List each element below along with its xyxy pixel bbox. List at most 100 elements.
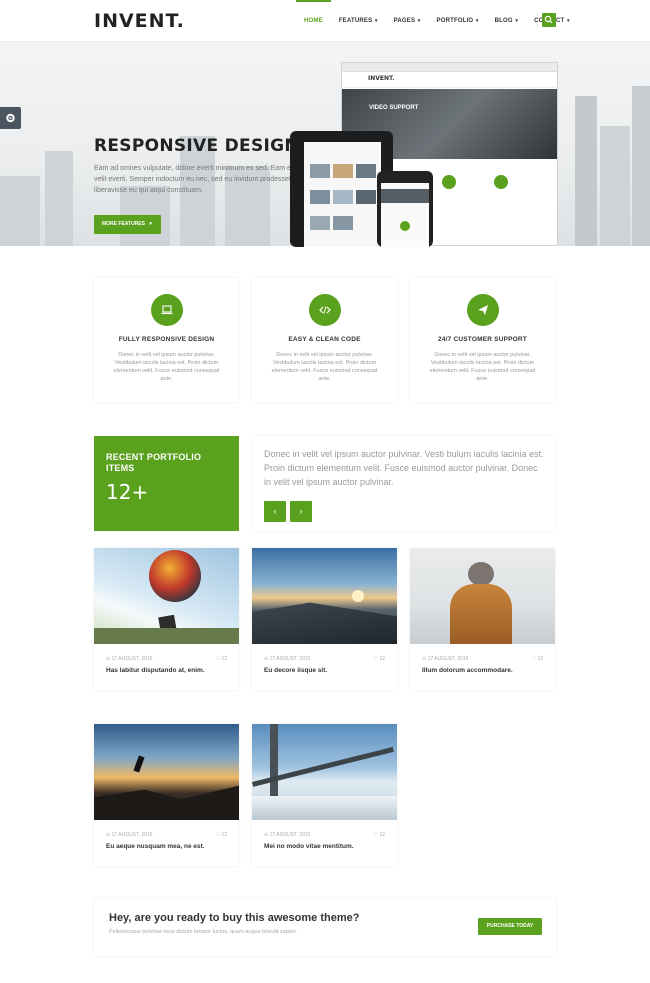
portfolio-intro: Donec in velit vel ipsum auctor pulvinar… — [252, 436, 556, 531]
tablet-screen — [304, 142, 381, 247]
like-count[interactable]: ♡ 12 — [216, 832, 227, 838]
nav-label: FEATURES — [338, 18, 373, 24]
feature-icon-circle — [308, 294, 341, 326]
date-text: 17 AUGUST, 2015 — [269, 656, 311, 662]
purchase-cta: Hey, are you ready to buy this awesome t… — [94, 898, 556, 956]
mockup-nav: INVENT. — [342, 72, 557, 88]
heart-icon: ♡ — [373, 656, 379, 662]
search-icon — [544, 15, 553, 24]
feature-card: EASY & CLEAN CODE Donec in velit vel ips… — [252, 278, 397, 402]
portfolio-card[interactable]: ⊙ 17 AUGUST, 2015 ♡ 12 Mei no modo vitae… — [252, 724, 397, 866]
card-date: ⊙ 17 AUGUST, 2015 — [264, 832, 311, 838]
card-title[interactable]: Eu decore iisque sit. — [252, 667, 397, 674]
feature-icon-circle — [150, 294, 183, 326]
feature-title: EASY & CLEAN CODE — [288, 336, 361, 343]
portfolio-image[interactable] — [410, 548, 555, 644]
site-header: INVENT. HOME FEATURES ▾ PAGES ▾ PORTFOLI… — [0, 0, 650, 42]
nav-label: HOME — [304, 18, 323, 24]
phone-screen — [381, 183, 429, 247]
settings-toggle[interactable] — [0, 107, 21, 129]
gear-icon — [6, 113, 15, 123]
likes-text: 12 — [221, 832, 227, 838]
likes-text: 12 — [379, 832, 385, 838]
purchase-button[interactable]: PURCHASE TODAY — [478, 918, 542, 935]
mockup-headline: VIDEO SUPPORT — [369, 105, 419, 111]
chevron-down-icon: ▾ — [513, 18, 519, 24]
recent-portfolio-heading: RECENT PORTFOLIO ITEMS — [106, 452, 202, 473]
portfolio-card[interactable]: ⊙ 17 AUGUST, 2015 ♡ 12 Eu decore iisque … — [252, 548, 397, 690]
mockup-logo: INVENT. — [368, 75, 395, 82]
card-title[interactable]: Mei no modo vitae mentitum. — [252, 843, 397, 850]
mockup-feature-icon — [494, 175, 508, 189]
main-nav: HOME FEATURES ▾ PAGES ▾ PORTFOLIO ▾ BLOG… — [296, 0, 578, 42]
hero-title: RESPONSIVE DESIGN — [94, 136, 299, 156]
feature-card: FULLY RESPONSIVE DESIGN Donec in velit v… — [94, 278, 239, 402]
like-count[interactable]: ♡ 12 — [216, 656, 227, 662]
feature-icon-circle — [466, 294, 499, 326]
mockup-feature-icon — [442, 175, 456, 189]
card-date: ⊙ 17 AUGUST, 2015 — [106, 832, 153, 838]
feature-title: FULLY RESPONSIVE DESIGN — [118, 336, 215, 343]
recent-portfolio-box: RECENT PORTFOLIO ITEMS 12+ — [94, 436, 239, 531]
card-date: ⊙ 17 AUGUST, 2015 — [422, 656, 469, 662]
nav-item-portfolio[interactable]: PORTFOLIO ▾ — [429, 0, 487, 42]
date-text: 17 AUGUST, 2015 — [427, 656, 469, 662]
portfolio-card[interactable]: ⊙ 17 AUGUST, 2015 ♡ 12 Eu aeque nusquam … — [94, 724, 239, 866]
nav-label: PORTFOLIO — [436, 18, 474, 24]
site-logo[interactable]: INVENT. — [94, 10, 185, 32]
like-count[interactable]: ♡ 12 — [532, 656, 543, 662]
like-count[interactable]: ♡ 12 — [374, 832, 385, 838]
heart-icon: ♡ — [215, 832, 221, 838]
prev-button[interactable]: ‹ — [264, 501, 286, 522]
heart-icon: ♡ — [215, 656, 221, 662]
chevron-down-icon: ▾ — [416, 18, 421, 24]
likes-text: 12 — [537, 656, 543, 662]
paper-plane-icon — [477, 305, 488, 315]
nav-item-features[interactable]: FEATURES ▾ — [331, 0, 386, 42]
hero-text: Eam ad omnes vulputate, dolore everti mi… — [94, 165, 293, 194]
portfolio-image[interactable] — [252, 724, 397, 820]
like-count[interactable]: ♡ 12 — [374, 656, 385, 662]
chevron-down-icon: ▾ — [474, 18, 479, 24]
card-title[interactable]: Has labitur disputando at, enim. — [94, 667, 239, 674]
likes-text: 12 — [221, 656, 227, 662]
card-meta: ⊙ 17 AUGUST, 2015 ♡ 12 — [252, 656, 397, 662]
portfolio-intro-text: Donec in velit vel ipsum auctor pulvinar… — [264, 449, 544, 487]
laptop-icon — [161, 305, 172, 315]
nav-item-pages[interactable]: PAGES ▾ — [386, 0, 429, 42]
chevron-down-icon: ▾ — [373, 18, 378, 24]
cta-title: Hey, are you ready to buy this awesome t… — [109, 912, 360, 924]
card-meta: ⊙ 17 AUGUST, 2015 ♡ 12 — [94, 656, 239, 662]
browser-bar — [342, 63, 557, 72]
more-features-button[interactable]: MORE FEATURES ▾ — [94, 215, 161, 234]
portfolio-image[interactable] — [94, 724, 239, 820]
card-title[interactable]: Illum dolorum accommodare. — [410, 667, 555, 674]
portfolio-image[interactable] — [94, 548, 239, 644]
portfolio-card[interactable]: ⊙ 17 AUGUST, 2015 ♡ 12 Illum dolorum acc… — [410, 548, 555, 690]
chevron-right-icon: › — [299, 506, 303, 516]
feature-text: Donec in velit vel ipsum auctor pulvinar… — [271, 352, 378, 382]
card-date: ⊙ 17 AUGUST, 2015 — [264, 656, 311, 662]
nav-item-home[interactable]: HOME — [296, 0, 331, 42]
chevron-left-icon: ‹ — [273, 506, 277, 516]
chevron-down-icon: ▾ — [149, 221, 152, 227]
portfolio-count: 12+ — [106, 480, 149, 504]
card-meta: ⊙ 17 AUGUST, 2015 ♡ 12 — [252, 832, 397, 838]
next-button[interactable]: › — [290, 501, 312, 522]
cta-subtitle: Pellentesque pulvinar risus dictum tempo… — [109, 929, 298, 935]
card-date: ⊙ 17 AUGUST, 2015 — [106, 656, 153, 662]
code-icon — [318, 306, 331, 314]
feature-text: Donec in velit vel ipsum auctor pulvinar… — [429, 352, 536, 382]
heart-icon: ♡ — [373, 832, 379, 838]
portfolio-nav-arrows: ‹ › — [264, 501, 544, 522]
portfolio-image[interactable] — [252, 548, 397, 644]
nav-label: PAGES — [393, 18, 416, 24]
chevron-down-icon: ▾ — [565, 18, 570, 24]
nav-item-blog[interactable]: BLOG ▾ — [487, 0, 526, 42]
card-meta: ⊙ 17 AUGUST, 2015 ♡ 12 — [94, 832, 239, 838]
card-title[interactable]: Eu aeque nusquam mea, ne est. — [94, 843, 239, 850]
heart-icon: ♡ — [531, 656, 537, 662]
card-meta: ⊙ 17 AUGUST, 2015 ♡ 12 — [410, 656, 555, 662]
portfolio-card[interactable]: ⊙ 17 AUGUST, 2015 ♡ 12 Has labitur dispu… — [94, 548, 239, 690]
search-button[interactable] — [542, 13, 556, 27]
